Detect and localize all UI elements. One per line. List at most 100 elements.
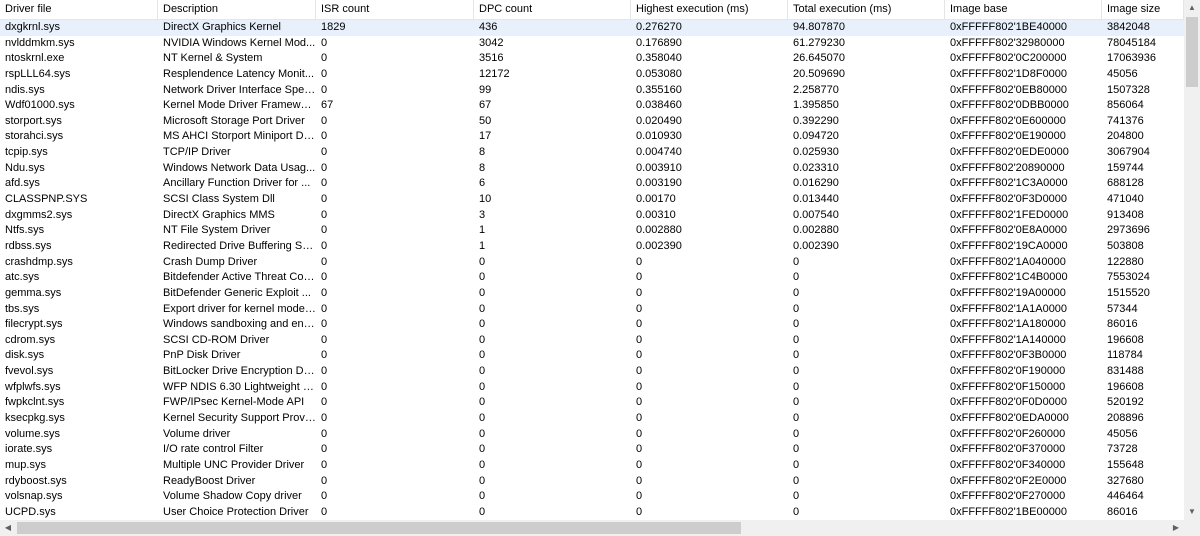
table-row[interactable]: gemma.sys BitDefender Generic Exploit ...… bbox=[0, 286, 1184, 302]
image-base-cell: 0xFFFFF802'0F3B0000 bbox=[950, 349, 1067, 362]
table-row[interactable]: crashdmp.sys Crash Dump Driver 0 0 0 0 0xFFFFF… bbox=[0, 255, 1184, 271]
table-row[interactable]: ndis.sys Network Driver Interface Speci..… bbox=[0, 83, 1184, 99]
table-row[interactable]: ksecpkg.sys Kernel Security Support Provi… bbox=[0, 411, 1184, 427]
table-row[interactable]: wfplwfs.sys WFP NDIS 6.30 Lightweight F..… bbox=[0, 380, 1184, 396]
description-cell: Kernel Mode Driver Framewor... bbox=[163, 99, 316, 112]
highest-execution-cell: 0.002390 bbox=[636, 239, 682, 252]
isr-count-cell: 0 bbox=[321, 365, 328, 378]
driver-file-cell: dxgmms2.sys bbox=[5, 208, 73, 221]
driver-file-cell: Wdf01000.sys bbox=[5, 99, 75, 112]
table-row[interactable]: rdbss.sys Redirected Drive Buffering Su..… bbox=[0, 239, 1184, 255]
image-size-cell: 17063936 bbox=[1107, 52, 1156, 65]
description-cell: FWP/IPsec Kernel-Mode API bbox=[163, 396, 305, 409]
highest-execution-cell: 0 bbox=[636, 427, 643, 440]
column-header-image-base[interactable]: Image base bbox=[945, 0, 1102, 19]
column-header-isr-count[interactable]: ISR count bbox=[316, 0, 474, 19]
image-base-cell: 0xFFFFF802'1FED0000 bbox=[950, 208, 1069, 221]
column-header-image-size[interactable]: Image size bbox=[1102, 0, 1184, 19]
horizontal-scrollbar[interactable]: ◀ ▶ bbox=[0, 520, 1184, 536]
image-size-cell: 45056 bbox=[1107, 67, 1138, 80]
dpc-count-cell: 0 bbox=[479, 443, 486, 456]
image-base-cell: 0xFFFFF802'0F2E0000 bbox=[950, 474, 1067, 487]
table-row[interactable]: tbs.sys Export driver for kernel mode ...… bbox=[0, 302, 1184, 318]
arrow-right-icon[interactable]: ▶ bbox=[1168, 520, 1184, 536]
description-cell: BitLocker Drive Encryption Dri... bbox=[163, 365, 316, 378]
table-row[interactable]: disk.sys PnP Disk Driver 0 0 0 0 0xFFFFF802'0F… bbox=[0, 348, 1184, 364]
dpc-count-cell: 67 bbox=[479, 99, 492, 112]
total-execution-cell: 0 bbox=[793, 318, 800, 331]
vertical-scrollbar[interactable]: ▲ ▼ bbox=[1184, 0, 1200, 520]
total-execution-cell: 0 bbox=[793, 255, 800, 268]
description-cell: Windows Network Data Usag... bbox=[163, 161, 316, 174]
table-row[interactable]: rspLLL64.sys Resplendence Latency Monit..… bbox=[0, 67, 1184, 83]
vertical-scroll-thumb[interactable] bbox=[1186, 17, 1198, 87]
image-size-cell: 688128 bbox=[1107, 177, 1144, 190]
description-cell: Crash Dump Driver bbox=[163, 255, 258, 268]
dpc-count-cell: 12172 bbox=[479, 67, 510, 80]
table-row[interactable]: nvlddmkm.sys NVIDIA Windows Kernel Mod...… bbox=[0, 36, 1184, 52]
column-header-total-execution[interactable]: Total execution (ms) bbox=[788, 0, 945, 19]
table-row[interactable]: tcpip.sys TCP/IP Driver 0 8 0.004740 0.025930… bbox=[0, 145, 1184, 161]
table-row[interactable]: Ndu.sys Windows Network Data Usag... 0 8 0.0… bbox=[0, 161, 1184, 177]
column-header-driver-file[interactable]: Driver file bbox=[0, 0, 158, 19]
table-row[interactable]: cdrom.sys SCSI CD-ROM Driver 0 0 0 0 0xFFFFF80… bbox=[0, 333, 1184, 349]
driver-file-cell: Ndu.sys bbox=[5, 161, 45, 174]
table-row[interactable]: storahci.sys MS AHCI Storport Miniport Dr… bbox=[0, 129, 1184, 145]
column-header-dpc-count[interactable]: DPC count bbox=[474, 0, 631, 19]
dpc-count-cell: 3516 bbox=[479, 52, 504, 65]
table-row[interactable]: dxgkrnl.sys DirectX Graphics Kernel 1829 43… bbox=[0, 20, 1184, 36]
image-base-cell: 0xFFFFF802'1A040000 bbox=[950, 255, 1066, 268]
image-base-cell: 0xFFFFF802'0EDA0000 bbox=[950, 412, 1069, 425]
table-row[interactable]: volsnap.sys Volume Shadow Copy driver 0 0 0 0… bbox=[0, 489, 1184, 505]
total-execution-cell: 0 bbox=[793, 380, 800, 393]
arrow-left-icon[interactable]: ◀ bbox=[0, 520, 16, 536]
table-row[interactable]: filecrypt.sys Windows sandboxing and enc.… bbox=[0, 317, 1184, 333]
table-row[interactable]: afd.sys Ancillary Function Driver for ...… bbox=[0, 176, 1184, 192]
isr-count-cell: 0 bbox=[321, 318, 328, 331]
table-row[interactable]: storport.sys Microsoft Storage Port Drive… bbox=[0, 114, 1184, 130]
image-size-cell: 856064 bbox=[1107, 99, 1144, 112]
description-cell: NT File System Driver bbox=[163, 224, 271, 237]
table-row[interactable]: dxgmms2.sys DirectX Graphics MMS 0 3 0.00310… bbox=[0, 208, 1184, 224]
table-row[interactable]: Wdf01000.sys Kernel Mode Driver Framewor.… bbox=[0, 98, 1184, 114]
table-row[interactable]: volume.sys Volume driver 0 0 0 0 0xFFFFF802'0F… bbox=[0, 427, 1184, 443]
arrow-down-icon[interactable]: ▼ bbox=[1184, 504, 1200, 520]
image-base-cell: 0xFFFFF802'0EB80000 bbox=[950, 83, 1068, 96]
driver-file-cell: crashdmp.sys bbox=[5, 255, 73, 268]
horizontal-scroll-thumb[interactable] bbox=[17, 522, 741, 534]
table-row[interactable]: ntoskrnl.exe NT Kernel & System 0 3516 0.358… bbox=[0, 51, 1184, 67]
total-execution-cell: 0 bbox=[793, 474, 800, 487]
image-base-cell: 0xFFFFF802'0E190000 bbox=[950, 130, 1066, 143]
driver-list-window: Driver file Description ISR count DPC co… bbox=[0, 0, 1200, 536]
highest-execution-cell: 0 bbox=[636, 458, 643, 471]
table-row[interactable]: fwpkclnt.sys FWP/IPsec Kernel-Mode API 0 0 0… bbox=[0, 395, 1184, 411]
image-base-cell: 0xFFFFF802'0F0D0000 bbox=[950, 396, 1068, 409]
driver-table[interactable]: Driver file Description ISR count DPC co… bbox=[0, 0, 1184, 520]
column-header-description[interactable]: Description bbox=[158, 0, 316, 19]
isr-count-cell: 0 bbox=[321, 239, 328, 252]
description-cell: User Choice Protection Driver bbox=[163, 505, 309, 518]
table-row[interactable]: mup.sys Multiple UNC Provider Driver 0 0 0 0 0… bbox=[0, 458, 1184, 474]
isr-count-cell: 0 bbox=[321, 224, 328, 237]
image-size-cell: 208896 bbox=[1107, 412, 1144, 425]
total-execution-cell: 1.395850 bbox=[793, 99, 839, 112]
table-row[interactable]: UCPD.sys User Choice Protection Driver 0 0 0… bbox=[0, 505, 1184, 520]
table-row[interactable]: iorate.sys I/O rate control Filter 0 0 0 0 0xF… bbox=[0, 442, 1184, 458]
dpc-count-cell: 99 bbox=[479, 83, 492, 96]
arrow-up-icon[interactable]: ▲ bbox=[1184, 0, 1200, 16]
total-execution-cell: 0 bbox=[793, 396, 800, 409]
image-base-cell: 0xFFFFF802'0F150000 bbox=[950, 380, 1066, 393]
table-row[interactable]: fvevol.sys BitLocker Drive Encryption Dri… bbox=[0, 364, 1184, 380]
dpc-count-cell: 0 bbox=[479, 427, 486, 440]
description-cell: Windows sandboxing and enc... bbox=[163, 318, 316, 331]
table-row[interactable]: CLASSPNP.SYS SCSI Class System Dll 0 10 0.00… bbox=[0, 192, 1184, 208]
table-row[interactable]: atc.sys Bitdefender Active Threat Cont...… bbox=[0, 270, 1184, 286]
driver-file-cell: dxgkrnl.sys bbox=[5, 21, 61, 33]
table-row[interactable]: rdyboost.sys ReadyBoost Driver 0 0 0 0 0xFFFFF… bbox=[0, 474, 1184, 490]
image-size-cell: 155648 bbox=[1107, 458, 1144, 471]
highest-execution-cell: 0 bbox=[636, 380, 643, 393]
column-header-highest-execution[interactable]: Highest execution (ms) bbox=[631, 0, 788, 19]
table-row[interactable]: Ntfs.sys NT File System Driver 0 1 0.002880 0… bbox=[0, 223, 1184, 239]
isr-count-cell: 0 bbox=[321, 490, 328, 503]
highest-execution-cell: 0 bbox=[636, 318, 643, 331]
